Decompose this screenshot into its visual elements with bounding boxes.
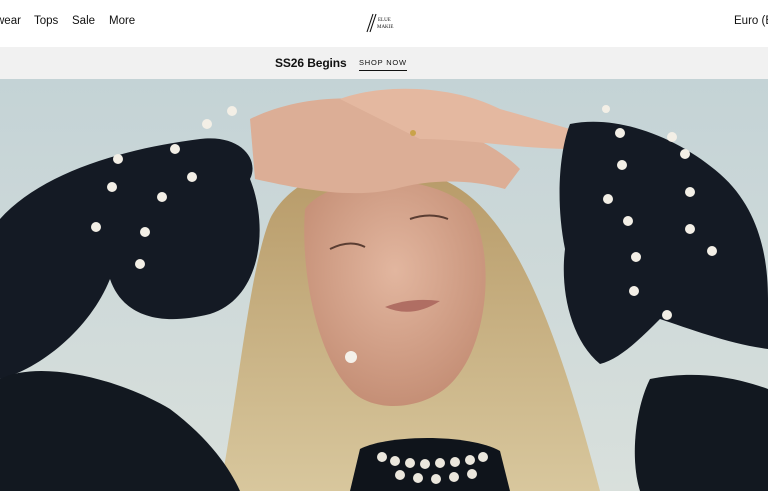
promo-bar: SS26 Begins SHOP NOW bbox=[0, 47, 768, 79]
dress-neckline bbox=[350, 437, 510, 491]
shop-now-link[interactable]: SHOP NOW bbox=[359, 58, 407, 71]
nav-item-more[interactable]: More bbox=[109, 15, 149, 27]
nav-item-tops[interactable]: Tops bbox=[34, 15, 72, 27]
ring bbox=[410, 130, 416, 136]
hero-image bbox=[0, 79, 768, 491]
nav-item-wear[interactable]: wear bbox=[0, 15, 34, 27]
main-nav: wear Tops Sale More bbox=[0, 15, 149, 27]
currency-selector[interactable]: Euro (EU bbox=[734, 15, 768, 27]
brand-logo-mark: ELUE MAKIE bbox=[366, 13, 393, 33]
logo-text-line2: MAKIE bbox=[377, 25, 393, 30]
nav-item-sale[interactable]: Sale bbox=[72, 15, 109, 27]
promo-title: SS26 Begins bbox=[275, 56, 347, 70]
hero-banner[interactable] bbox=[0, 79, 768, 491]
brand-logo[interactable]: ELUE MAKIE bbox=[364, 12, 398, 34]
logo-text-line1: ELUE bbox=[378, 18, 391, 23]
pearl-earring bbox=[345, 351, 357, 363]
site-header: wear Tops Sale More ELUE MAKIE Euro (EU bbox=[0, 0, 768, 47]
right-arm bbox=[634, 374, 768, 491]
